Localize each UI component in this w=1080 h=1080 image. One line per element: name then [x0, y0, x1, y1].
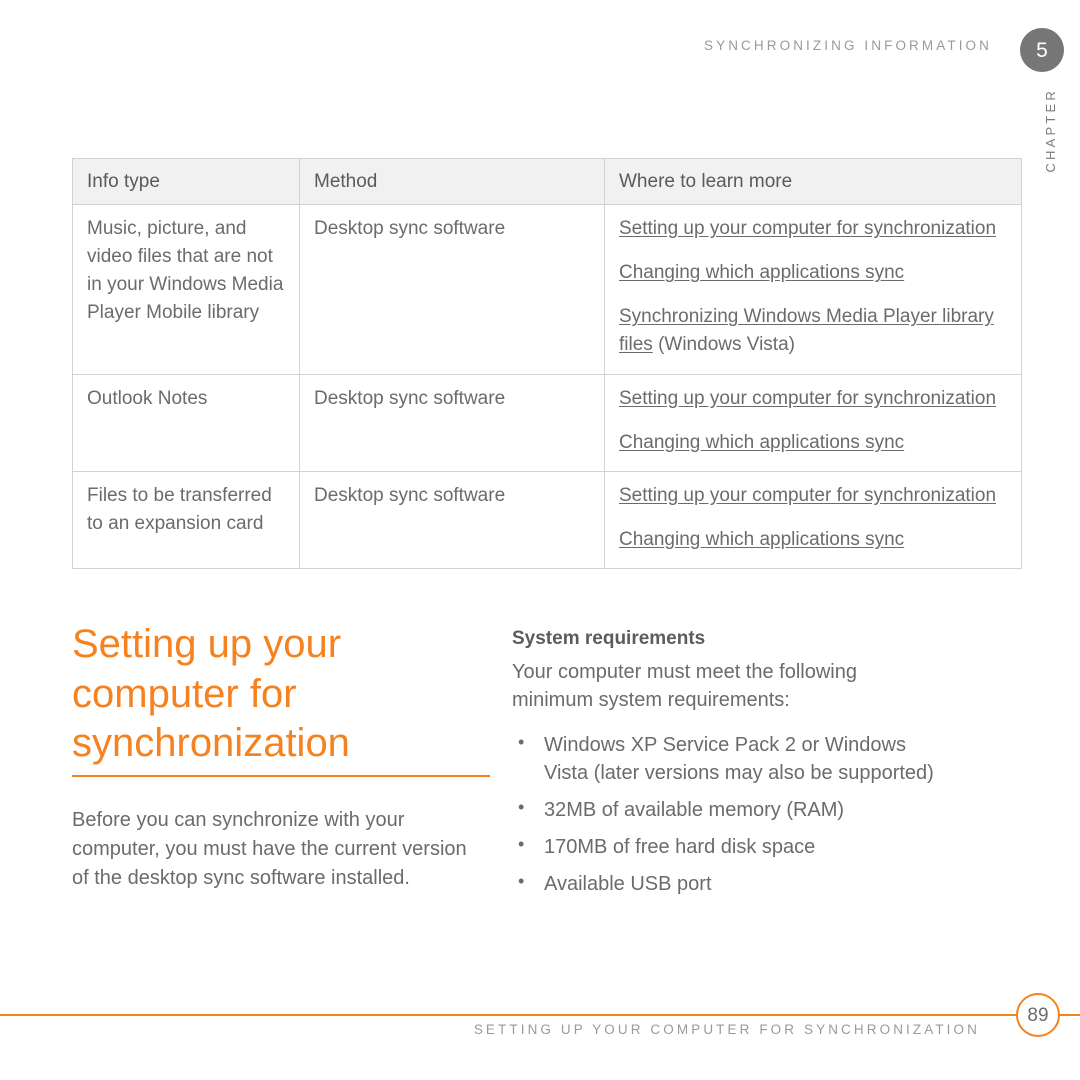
cross-reference-link[interactable]: Setting up your computer for synchroniza… — [619, 388, 996, 409]
table-row: Outlook Notes Desktop sync software Sett… — [72, 373, 1022, 472]
system-requirements-title: System requirements — [512, 628, 706, 649]
bullet-icon: • — [518, 796, 525, 817]
cell-where-to-learn-more: Setting up your computer for synchroniza… — [604, 373, 1022, 472]
table-row: Files to be transferred to an expansion … — [72, 470, 1022, 569]
list-item-label: 32MB of available memory (RAM) — [544, 798, 845, 821]
column-header-where-to-learn-more: Where to learn more — [604, 157, 1022, 206]
list-item: • Windows XP Service Pack 2 or Windows V… — [512, 731, 942, 787]
column-header-method: Method — [299, 157, 605, 206]
section-heading: Setting up your computer for synchroniza… — [72, 622, 350, 766]
system-requirements-intro: Your computer must meet the following mi… — [512, 661, 857, 712]
section-heading-rule — [72, 775, 490, 777]
list-item-label: Windows XP Service Pack 2 or Windows Vis… — [544, 733, 934, 784]
chapter-number-badge: 5 — [1020, 28, 1064, 72]
link-group: Setting up your computer for synchroniza… — [619, 385, 1007, 413]
section-intro-paragraph: Before you can synchronize with your com… — [72, 809, 467, 889]
cross-reference-link[interactable]: Setting up your computer for synchroniza… — [619, 218, 996, 239]
cell-method: Desktop sync software — [299, 470, 605, 569]
cross-reference-link[interactable]: Changing which applications sync — [619, 529, 904, 550]
footer-running-text: SETTING UP YOUR COMPUTER FOR SYNCHRONIZA… — [473, 1022, 980, 1037]
link-group: Changing which applications sync — [619, 526, 1007, 554]
cell-method: Desktop sync software — [299, 373, 605, 472]
list-item-label: 170MB of free hard disk space — [544, 835, 816, 858]
cell-where-to-learn-more: Setting up your computer for synchroniza… — [604, 470, 1022, 569]
page-number-text: 89 — [1027, 1004, 1049, 1026]
link-group: Setting up your computer for synchroniza… — [619, 215, 1007, 243]
link-suffix-note: (Windows Vista) — [652, 334, 795, 356]
table-header-row: Info type Method Where to learn more — [72, 157, 1022, 206]
bullet-icon: • — [518, 870, 525, 891]
page-number-badge: 89 — [1016, 993, 1060, 1037]
link-group: Synchronizing Windows Media Player libra… — [619, 303, 1007, 359]
chapter-vertical-label: CHAPTER — [1043, 88, 1058, 173]
bullet-icon: • — [518, 731, 525, 752]
table-body: Music, picture, and video files that are… — [72, 204, 1022, 569]
running-head: SYNCHRONIZING INFORMATION — [704, 38, 992, 53]
system-requirements-list: • Windows XP Service Pack 2 or Windows V… — [512, 731, 942, 898]
page-header: SYNCHRONIZING INFORMATION 5 CHAPTER — [0, 0, 1080, 173]
link-group: Setting up your computer for synchroniza… — [619, 482, 1007, 510]
link-group: Changing which applications sync — [619, 429, 1007, 457]
table-header: Info type Method Where to learn more — [72, 157, 1022, 206]
list-item: • Available USB port — [512, 870, 942, 898]
cross-reference-link[interactable]: Setting up your computer for synchroniza… — [619, 485, 996, 506]
list-item: • 170MB of free hard disk space — [512, 833, 942, 861]
cross-reference-link[interactable]: Changing which applications sync — [619, 262, 904, 283]
bullet-icon: • — [518, 833, 525, 854]
cell-info-type: Files to be transferred to an expansion … — [72, 470, 300, 569]
column-header-info-type: Info type — [72, 157, 300, 206]
footer-rule — [0, 1014, 1080, 1016]
table-row: Music, picture, and video files that are… — [72, 204, 1022, 375]
cell-where-to-learn-more: Setting up your computer for synchroniza… — [604, 204, 1022, 375]
cell-method: Desktop sync software — [299, 204, 605, 375]
chapter-number-text: 5 — [1036, 38, 1048, 62]
info-table: Info type Method Where to learn more Mus… — [72, 157, 1022, 569]
list-item-label: Available USB port — [544, 872, 712, 895]
system-requirements-block: System requirements Your computer must m… — [512, 628, 942, 907]
cell-info-type: Music, picture, and video files that are… — [72, 204, 300, 375]
cell-info-type: Outlook Notes — [72, 373, 300, 472]
cross-reference-link[interactable]: Changing which applications sync — [619, 432, 904, 453]
list-item: • 32MB of available memory (RAM) — [512, 796, 942, 824]
link-group: Changing which applications sync — [619, 259, 1007, 287]
